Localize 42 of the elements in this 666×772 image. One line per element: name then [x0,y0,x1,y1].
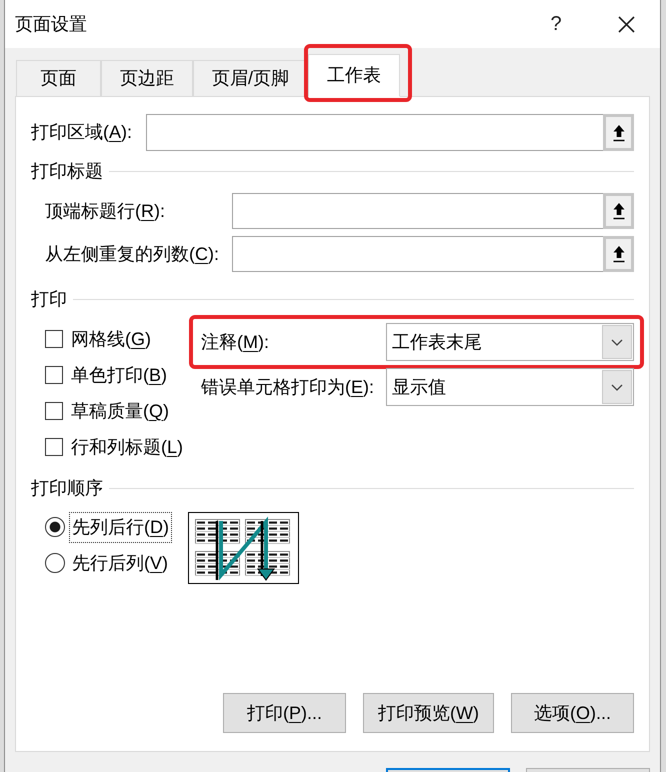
radio-label[interactable]: 先行后列(V) [69,548,172,578]
checkbox-label[interactable]: 草稿质量(Q) [71,398,170,424]
field-label: 打印区域(A): [31,121,134,144]
window-title: 页面设置 [15,12,87,36]
tab[interactable]: 页面 [16,60,101,96]
section-title: 打印顺序 [31,476,103,500]
checkbox-label[interactable]: 单色打印(B) [71,362,168,388]
radio-button[interactable] [45,517,65,537]
chevron-down-icon [602,325,632,359]
checkbox-label[interactable]: 行和列标题(L) [71,434,184,460]
range-select-button[interactable] [603,114,634,151]
checkbox[interactable] [45,438,63,456]
checkbox[interactable] [45,366,63,384]
close-icon [618,16,634,32]
chevron-down-icon [602,370,632,404]
dialog-button[interactable]: 打印(P)... [223,693,346,733]
input-field[interactable] [232,193,603,229]
field-label: 错误单元格打印为(E): [201,376,376,399]
field-label: 顶端标题行(R): [45,200,166,223]
radio-button[interactable] [45,553,65,573]
section-title: 打印标题 [31,160,103,182]
input-field[interactable] [146,114,603,151]
checkbox[interactable] [45,330,63,348]
range-select-button[interactable] [603,193,634,229]
field-label: 从左侧重复的列数(C): [45,242,220,266]
input-field[interactable] [232,236,603,272]
field-label: 注释(M): [201,330,270,354]
dialog-button[interactable]: 打印预览(W) [363,693,494,733]
arrow-up-icon [612,124,624,142]
section-title: 打印 [31,288,67,310]
checkbox[interactable] [45,402,63,420]
tab[interactable]: 工作表 [308,54,400,97]
dropdown[interactable]: 显示值 [386,368,634,406]
checkbox-label[interactable]: 网格线(G) [71,326,152,352]
arrow-up-icon [612,202,624,220]
radio-label[interactable]: 先列后行(D) [69,512,172,542]
help-button[interactable]: ? [536,8,576,40]
dropdown[interactable]: 工作表末尾 [386,323,634,361]
dialog-button[interactable]: 选项(O)... [511,693,634,733]
range-select-button[interactable] [603,236,634,272]
tab[interactable]: 页边距 [101,60,193,96]
arrow-up-icon [612,245,624,263]
